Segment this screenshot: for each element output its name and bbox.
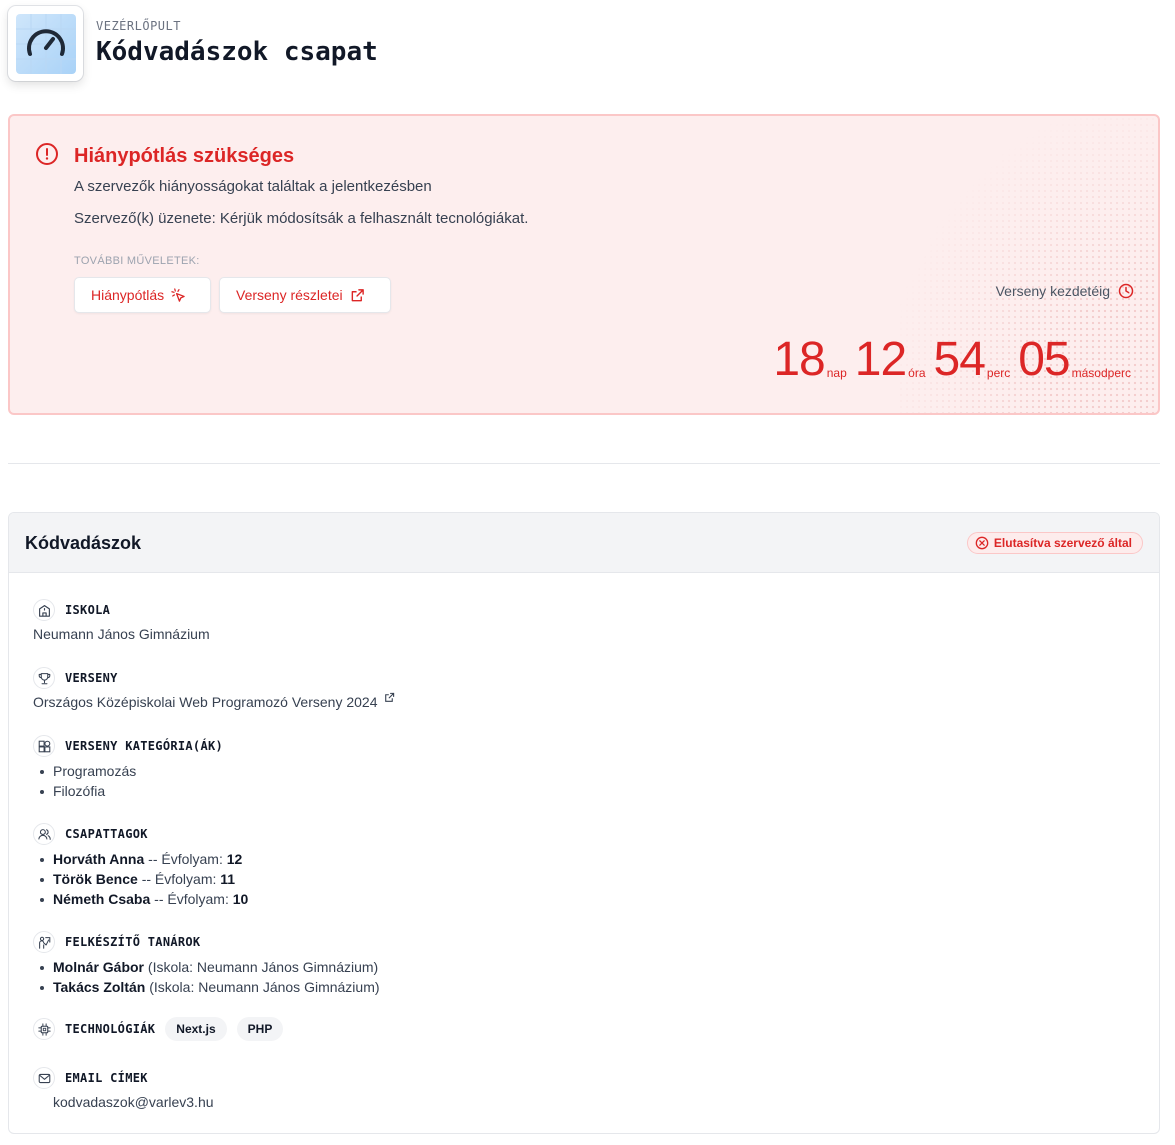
members-label: CSAPATTAGOK bbox=[65, 827, 148, 841]
grade-label: -- Évfolyam: bbox=[137, 871, 221, 887]
divider bbox=[8, 463, 1160, 464]
member-name: Török Bence bbox=[53, 871, 138, 887]
list-item: Takács Zoltán (Iskola: Neumann János Gim… bbox=[33, 977, 380, 997]
member-grade: 11 bbox=[220, 871, 236, 887]
school-value: Neumann János Gimnázium bbox=[33, 626, 210, 642]
emails-section: EMAIL CÍMEK kodvadaszok@varlev3.hu bbox=[33, 1067, 214, 1110]
teachers-section: FELKÉSZÍTŐ TANÁROK Molnár Gábor (Iskola:… bbox=[33, 931, 380, 997]
shapes-icon bbox=[33, 735, 55, 757]
teacher-icon bbox=[33, 931, 55, 953]
alert-circle-icon bbox=[36, 143, 58, 165]
actions-label: TOVÁBBI MŰVELETEK: bbox=[74, 255, 200, 267]
member-grade: 12 bbox=[226, 851, 243, 867]
competition-details-label: Verseny részletei bbox=[236, 287, 343, 303]
countdown-seconds: 05 bbox=[1018, 333, 1070, 386]
school-section: ISKOLA Neumann János Gimnázium bbox=[33, 599, 210, 642]
countdown-seconds-unit: másodperc bbox=[1071, 366, 1131, 380]
categories-list: Programozás Filozófia bbox=[33, 761, 223, 801]
categories-label: VERSENY KATEGÓRIA(ÁK) bbox=[65, 739, 224, 753]
status-badge: Elutasítva szervező által bbox=[966, 532, 1143, 554]
competition-label: VERSENY bbox=[65, 671, 118, 685]
team-card: Kódvadászok Elutasítva szervező által IS… bbox=[8, 512, 1160, 1134]
page-title: Kódvadászok csapat bbox=[96, 37, 378, 67]
alert-title: Hiánypótlás szükséges bbox=[74, 145, 295, 167]
technologies-section: TECHNOLÓGIÁK Next.js PHP bbox=[33, 1017, 284, 1041]
countdown-minutes-unit: perc bbox=[986, 366, 1011, 380]
countdown-days: 18 bbox=[773, 333, 825, 386]
teachers-list: Molnár Gábor (Iskola: Neumann János Gimn… bbox=[33, 957, 380, 997]
grade-label: -- Évfolyam: bbox=[150, 891, 233, 907]
countdown-minutes: 54 bbox=[933, 333, 986, 386]
list-item: Horváth Anna -- Évfolyam: 12 bbox=[33, 849, 248, 869]
team-card-header: Kódvadászok Elutasítva szervező által bbox=[9, 513, 1159, 573]
email-address: kodvadaszok@varlev3.hu bbox=[53, 1094, 214, 1110]
x-circle-icon bbox=[975, 536, 989, 550]
users-icon bbox=[33, 823, 55, 845]
countdown-timer: 18 nap 12 óra 54 perc 05 másodperc bbox=[773, 336, 1131, 384]
emails-label: EMAIL CÍMEK bbox=[65, 1071, 148, 1085]
list-item: Németh Csaba -- Évfolyam: 10 bbox=[33, 889, 248, 909]
page-header: VEZÉRLŐPULT Kódvadászok csapat bbox=[8, 6, 378, 82]
countdown-days-unit: nap bbox=[826, 366, 847, 380]
logo bbox=[8, 6, 83, 81]
list-item: Filozófia bbox=[33, 781, 223, 801]
external-link-icon bbox=[351, 288, 364, 301]
member-grade: 10 bbox=[232, 891, 249, 907]
tech-chip: Next.js bbox=[165, 1017, 227, 1041]
list-item: Molnár Gábor (Iskola: Neumann János Gimn… bbox=[33, 957, 380, 977]
team-name: Kódvadászok bbox=[25, 533, 142, 553]
teacher-name: Molnár Gábor bbox=[53, 959, 145, 975]
countdown-label-text: Verseny kezdetéig bbox=[995, 283, 1110, 299]
alert-description: A szervezők hiányosságokat találtak a je… bbox=[74, 178, 432, 195]
teachers-label: FELKÉSZÍTŐ TANÁROK bbox=[65, 935, 201, 949]
teacher-school: (Iskola: Neumann János Gimnázium) bbox=[145, 979, 380, 995]
categories-section: VERSENY KATEGÓRIA(ÁK) Programozás Filozó… bbox=[33, 735, 223, 801]
status-badge-label: Elutasítva szervező által bbox=[993, 536, 1132, 550]
teacher-school: (Iskola: Neumann János Gimnázium) bbox=[144, 959, 379, 975]
technologies-label: TECHNOLÓGIÁK bbox=[65, 1022, 156, 1036]
school-icon bbox=[33, 599, 55, 621]
countdown-hours: 12 bbox=[854, 333, 907, 386]
members-section: CSAPATTAGOK Horváth Anna -- Évfolyam: 12… bbox=[33, 823, 248, 909]
cpu-icon bbox=[33, 1018, 55, 1040]
countdown-hours-unit: óra bbox=[908, 366, 926, 380]
pointer-click-icon bbox=[171, 287, 185, 302]
competition-section: VERSENY Országos Középiskolai Web Progra… bbox=[33, 667, 395, 710]
countdown-label: Verseny kezdetéig bbox=[996, 283, 1134, 299]
tech-chip: PHP bbox=[236, 1017, 284, 1041]
mail-icon bbox=[33, 1067, 55, 1089]
member-name: Németh Csaba bbox=[53, 891, 151, 907]
deficiency-alert: Hiánypótlás szükséges A szervezők hiányo… bbox=[8, 114, 1160, 415]
list-item: Programozás bbox=[33, 761, 223, 781]
teacher-name: Takács Zoltán bbox=[53, 979, 146, 995]
competition-link[interactable]: Országos Középiskolai Web Programozó Ver… bbox=[33, 694, 377, 710]
member-name: Horváth Anna bbox=[53, 851, 145, 867]
speedometer-icon bbox=[15, 13, 76, 74]
list-item: Török Bence -- Évfolyam: 11 bbox=[33, 869, 248, 889]
clock-icon bbox=[1118, 283, 1134, 299]
organizer-message: Szervező(k) üzenete: Kérjük módosítsák a… bbox=[74, 210, 529, 227]
school-label: ISKOLA bbox=[65, 603, 111, 617]
competition-details-button[interactable]: Verseny részletei bbox=[219, 277, 391, 313]
members-list: Horváth Anna -- Évfolyam: 12 Török Bence… bbox=[33, 849, 248, 909]
fix-submission-button[interactable]: Hiánypótlás bbox=[74, 277, 211, 313]
breadcrumb: VEZÉRLŐPULT bbox=[96, 19, 181, 33]
external-link-icon[interactable] bbox=[384, 692, 395, 703]
fix-submission-label: Hiánypótlás bbox=[91, 287, 165, 303]
grade-label: -- Évfolyam: bbox=[144, 851, 227, 867]
trophy-icon bbox=[33, 667, 55, 689]
